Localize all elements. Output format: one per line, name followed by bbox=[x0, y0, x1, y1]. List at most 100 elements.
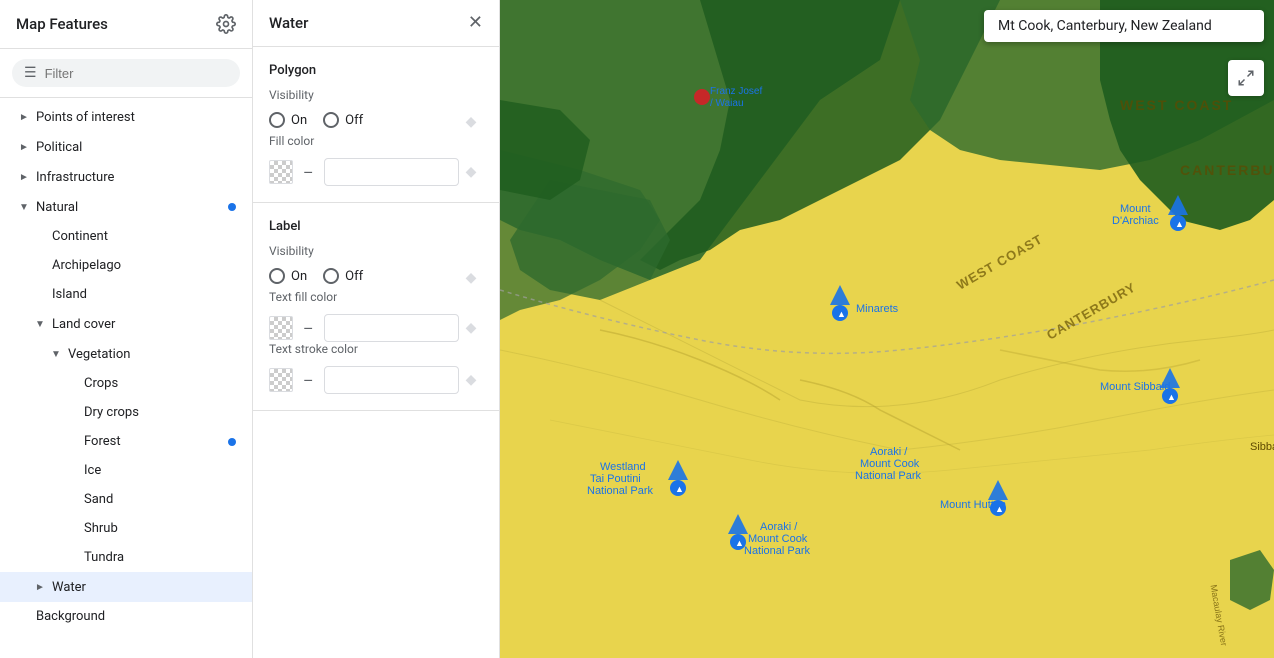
diamond-button[interactable]: ◆ bbox=[459, 110, 483, 134]
tree-item-vegetation[interactable]: ▼ Vegetation bbox=[0, 339, 252, 369]
search-value: Mt Cook, Canterbury, New Zealand bbox=[998, 18, 1212, 34]
radio-label: Off bbox=[345, 269, 363, 284]
svg-text:Minarets: Minarets bbox=[856, 303, 899, 315]
chevron-icon: ▼ bbox=[48, 346, 64, 362]
tree-item-archipelago[interactable]: Archipelago bbox=[0, 251, 252, 280]
svg-text:Sibbald: Sibbald bbox=[1250, 441, 1274, 453]
diamond-button[interactable]: ◆ bbox=[459, 266, 483, 290]
radio-circle bbox=[269, 112, 285, 128]
chevron-icon: ▼ bbox=[32, 316, 48, 332]
section-name: Polygon bbox=[269, 63, 483, 78]
tree-item-dry-crops[interactable]: Dry crops bbox=[0, 398, 252, 427]
filter-bar: ☰ bbox=[0, 49, 252, 98]
panel-title: Map Features bbox=[16, 15, 108, 33]
diamond-button[interactable]: ◆ bbox=[459, 316, 483, 340]
radio-option-on[interactable]: On bbox=[269, 268, 307, 284]
tree-item-label: Forest bbox=[84, 434, 121, 449]
field-label-label-text-stroke-color: Text stroke color bbox=[269, 342, 483, 356]
tree-item-label: Vegetation bbox=[68, 347, 130, 362]
svg-text:▲: ▲ bbox=[735, 538, 744, 548]
tree-item-label: Continent bbox=[52, 229, 108, 244]
tree-item-background[interactable]: Background bbox=[0, 602, 252, 631]
color-text-box bbox=[324, 314, 460, 342]
color-dash: – bbox=[299, 319, 318, 338]
tree-item-ice[interactable]: Ice bbox=[0, 456, 252, 485]
svg-text:▲: ▲ bbox=[837, 309, 846, 319]
tree-item-land-cover[interactable]: ▼ Land cover bbox=[0, 309, 252, 339]
tree-item-points-of-interest[interactable]: ►Points of interest bbox=[0, 102, 252, 132]
modified-dot bbox=[228, 438, 236, 446]
tree-item-label: Shrub bbox=[84, 521, 118, 536]
field-label-label-text-fill-color: Text fill color bbox=[269, 290, 483, 304]
chevron-icon: ► bbox=[32, 579, 48, 595]
radio-option-off[interactable]: Off bbox=[323, 112, 363, 128]
chevron-icon: ► bbox=[16, 109, 32, 125]
tree-item-forest[interactable]: Forest bbox=[0, 427, 252, 456]
tree-item-label: Crops bbox=[84, 376, 118, 391]
section-name: Label bbox=[269, 219, 483, 234]
tree-item-infrastructure[interactable]: ►Infrastructure bbox=[0, 162, 252, 192]
tree-item-label: Archipelago bbox=[52, 258, 121, 273]
diamond-button[interactable]: ◆ bbox=[459, 368, 483, 392]
svg-text:Mount: Mount bbox=[1120, 203, 1151, 215]
color-checker bbox=[269, 368, 293, 392]
svg-text:Tai Poutini: Tai Poutini bbox=[590, 473, 641, 485]
tree-item-island[interactable]: Island bbox=[0, 280, 252, 309]
radio-circle bbox=[269, 268, 285, 284]
svg-text:CANTERBURY: CANTERBURY bbox=[1180, 162, 1274, 178]
map-svg: WEST COAST CANTERBURY WEST COAST CANTERB… bbox=[500, 0, 1274, 658]
svg-text:D'Archiac: D'Archiac bbox=[1112, 215, 1159, 227]
tree-item-tundra[interactable]: Tundra bbox=[0, 543, 252, 572]
color-text-box bbox=[324, 366, 460, 394]
tree-item-label: Land cover bbox=[52, 317, 115, 332]
color-checker bbox=[269, 160, 293, 184]
svg-text:WEST COAST: WEST COAST bbox=[1120, 97, 1233, 113]
close-button[interactable]: ✕ bbox=[468, 14, 483, 32]
filter-icon: ☰ bbox=[24, 65, 37, 81]
svg-text:Franz Josef: Franz Josef bbox=[710, 86, 762, 97]
tree-item-label: Political bbox=[36, 140, 82, 155]
field-label-polygon-fill-color: Fill color bbox=[269, 134, 483, 148]
radio-row: On Off bbox=[269, 268, 363, 284]
tree-item-label: Sand bbox=[84, 492, 113, 507]
color-row-label-text-stroke-color: –◆ bbox=[269, 366, 483, 394]
tree-item-political[interactable]: ►Political bbox=[0, 132, 252, 162]
search-bar[interactable]: Mt Cook, Canterbury, New Zealand bbox=[984, 10, 1264, 42]
tree-item-label: Natural bbox=[36, 200, 78, 215]
tree-item-natural[interactable]: ▼Natural bbox=[0, 192, 252, 222]
visibility-row-label-visibility: On Off ◆ bbox=[269, 266, 483, 290]
left-panel: Map Features ☰ ►Points of interest►Polit… bbox=[0, 0, 253, 658]
color-swatch-wrap[interactable]: – bbox=[269, 366, 459, 394]
color-swatch-wrap[interactable]: – bbox=[269, 314, 459, 342]
tree-item-water[interactable]: ► Water bbox=[0, 572, 252, 602]
color-dash: – bbox=[299, 371, 318, 390]
tree-item-sand[interactable]: Sand bbox=[0, 485, 252, 514]
tree-item-shrub[interactable]: Shrub bbox=[0, 514, 252, 543]
field-label-label-visibility: Visibility bbox=[269, 244, 483, 258]
color-dash: – bbox=[299, 163, 318, 182]
radio-option-on[interactable]: On bbox=[269, 112, 307, 128]
filter-input[interactable] bbox=[45, 66, 228, 81]
radio-row: On Off bbox=[269, 112, 363, 128]
svg-text:Mount Cook: Mount Cook bbox=[748, 533, 808, 545]
svg-text:▲: ▲ bbox=[1167, 392, 1176, 402]
radio-option-off[interactable]: Off bbox=[323, 268, 363, 284]
radio-circle bbox=[323, 268, 339, 284]
tree-item-label: Dry crops bbox=[84, 405, 139, 420]
chevron-icon: ► bbox=[16, 169, 32, 185]
expand-button[interactable] bbox=[1228, 60, 1264, 96]
tree-item-crops[interactable]: Crops bbox=[0, 369, 252, 398]
radio-label: On bbox=[291, 269, 307, 284]
svg-text:Mount Hutton: Mount Hutton bbox=[940, 499, 1006, 511]
color-swatch-wrap[interactable]: – bbox=[269, 158, 459, 186]
diamond-button[interactable]: ◆ bbox=[459, 160, 483, 184]
middle-panel: Water ✕ PolygonVisibilityOnOff◆Fill colo… bbox=[253, 0, 500, 658]
gear-icon[interactable] bbox=[216, 14, 236, 34]
tree-item-continent[interactable]: Continent bbox=[0, 222, 252, 251]
tree-item-label: Water bbox=[52, 580, 86, 595]
tree-item-label: Tundra bbox=[84, 550, 124, 565]
svg-text:National Park: National Park bbox=[744, 545, 811, 557]
svg-text:Aoraki /: Aoraki / bbox=[870, 446, 908, 458]
svg-text:Westland: Westland bbox=[600, 461, 646, 473]
color-text-box bbox=[324, 158, 460, 186]
